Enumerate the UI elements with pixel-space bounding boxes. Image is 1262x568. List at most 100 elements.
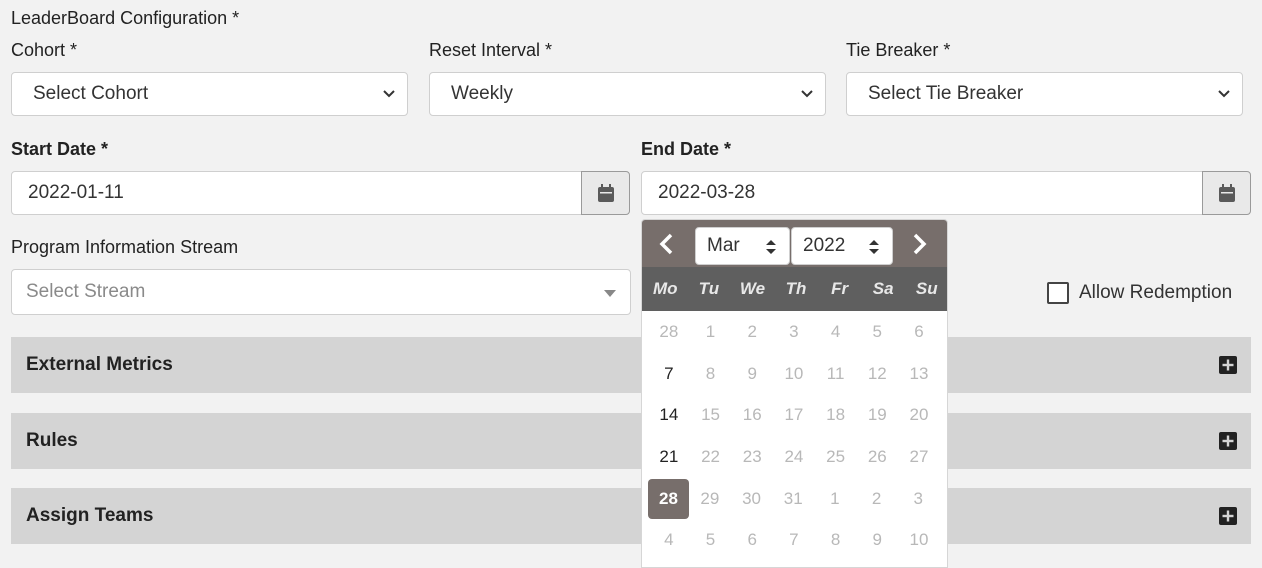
start-date-calendar-button[interactable]: [581, 171, 630, 215]
panel-title: Rules: [26, 430, 78, 451]
allow-redemption-toggle[interactable]: Allow Redemption: [1047, 282, 1232, 304]
day-cell: 6: [747, 530, 757, 550]
week-row: 28 29 30 31 1 2 3: [648, 478, 940, 520]
sort-arrows-icon: [869, 240, 879, 254]
day-cell: 28: [659, 321, 679, 341]
form-title: LeaderBoard Configuration *: [11, 8, 240, 28]
reset-interval-select[interactable]: Weekly: [429, 72, 826, 116]
plus-square-icon[interactable]: [1219, 507, 1237, 525]
chevron-left-icon[interactable]: [656, 232, 678, 256]
start-date-label: Start Date *: [11, 139, 109, 159]
allow-redemption-label: Allow Redemption: [1079, 282, 1233, 303]
weekday-label: Fr: [831, 279, 849, 298]
stream-select[interactable]: Select Stream: [11, 269, 631, 315]
day-cell: 12: [867, 363, 887, 383]
day-cell: 25: [826, 446, 846, 466]
cohort-select-value: Select Cohort: [33, 83, 149, 104]
panel-assign-teams[interactable]: Assign Teams: [11, 488, 1251, 544]
weekday-label: Tu: [698, 279, 720, 298]
allow-redemption-checkbox[interactable]: [1047, 282, 1069, 304]
weekday-header: Mo Tu We Th Fr Sa Su: [642, 267, 947, 311]
day-cell: 26: [867, 446, 887, 466]
panel-title: Assign Teams: [26, 505, 154, 526]
cohort-select[interactable]: Select Cohort: [11, 72, 408, 116]
chevron-down-icon: [801, 90, 813, 98]
day-cell: 3: [789, 321, 799, 341]
day-cell: 8: [705, 363, 716, 383]
day-cell: 10: [784, 363, 804, 383]
stream-placeholder: Select Stream: [26, 281, 146, 302]
day-cell: 19: [867, 405, 887, 425]
day-cell: 17: [784, 405, 804, 425]
day-cell[interactable]: 21: [648, 436, 690, 478]
datepicker: Mar 2022 Mo Tu We Th Fr Sa Su 28 1 2 3 4 5 6 7 8 9 10 11 1…: [641, 219, 948, 568]
day-cell: 6: [914, 321, 924, 341]
tie-breaker-label: Tie Breaker *: [846, 40, 951, 60]
day-cell: 5: [872, 321, 883, 341]
day-cell: 4: [664, 530, 674, 550]
sort-arrows-icon: [766, 240, 776, 254]
day-cell: 27: [909, 446, 929, 466]
panel-rules[interactable]: Rules: [11, 413, 1251, 469]
day-cell: 18: [826, 405, 846, 425]
reset-interval-select-value: Weekly: [451, 83, 513, 104]
caret-down-icon: [604, 290, 616, 297]
day-cell: 9: [747, 363, 757, 383]
day-cell: 1: [705, 321, 716, 341]
day-cell: 22: [701, 446, 720, 466]
day-cell: 30: [742, 488, 761, 508]
weekday-label: Mo: [653, 279, 678, 298]
day-cell: 15: [701, 405, 720, 425]
weekday-label: We: [739, 279, 766, 298]
tie-breaker-select-value: Select Tie Breaker: [868, 83, 1024, 104]
tie-breaker-select[interactable]: Select Tie Breaker: [846, 72, 1243, 116]
day-cell: 16: [742, 405, 762, 425]
reset-interval-label: Reset Interval *: [429, 40, 553, 60]
day-cell: 20: [909, 405, 929, 425]
year-select[interactable]: 2022: [791, 227, 893, 265]
day-cell: 3: [913, 488, 924, 508]
day-cell: 29: [700, 488, 720, 508]
day-cell: 2: [871, 488, 882, 508]
day-cell: 23: [742, 446, 762, 466]
week-row: 7 8 9 10 11 12 13: [648, 353, 940, 395]
plus-square-icon[interactable]: [1219, 432, 1237, 450]
day-grid: 28 1 2 3 4 5 6 7 8 9 10 11 12 13 14 15 16 17 18 19 20 21 22 23 2…: [648, 311, 940, 561]
day-cell: 5: [705, 530, 716, 550]
month-select-value: Mar: [707, 235, 740, 256]
day-cell[interactable]: 14: [648, 394, 690, 436]
week-row: 21 22 23 24 25 26 27: [648, 436, 940, 478]
end-date-input[interactable]: 2022-03-28: [641, 171, 1203, 215]
end-date-calendar-button[interactable]: [1202, 171, 1251, 215]
day-cell[interactable]: 7: [648, 353, 690, 395]
end-date-value: 2022-03-28: [658, 182, 756, 203]
day-cell: 8: [830, 530, 841, 550]
chevron-down-icon: [383, 90, 395, 98]
end-date-label: End Date *: [641, 139, 732, 159]
weekday-label: Th: [785, 279, 807, 298]
day-cell: 10: [909, 530, 929, 550]
chevron-down-icon: [1218, 90, 1230, 98]
weekday-label: Sa: [872, 279, 894, 298]
calendar-icon: [1218, 183, 1235, 202]
month-select[interactable]: Mar: [695, 227, 790, 265]
cohort-label: Cohort *: [11, 40, 78, 60]
day-cell: 13: [909, 363, 929, 383]
plus-square-icon[interactable]: [1219, 356, 1237, 374]
panel-title: External Metrics: [26, 354, 173, 375]
day-cell: 7: [789, 530, 799, 550]
year-select-value: 2022: [803, 235, 846, 256]
chevron-right-icon[interactable]: [908, 232, 930, 256]
weekday-label: Su: [915, 279, 938, 298]
calendar-icon: [597, 183, 614, 202]
day-cell: 31: [783, 488, 803, 508]
week-row: 14 15 16 17 18 19 20: [648, 394, 940, 436]
day-cell: 4: [830, 321, 841, 341]
day-cell: 24: [784, 446, 804, 466]
start-date-value: 2022-01-11: [28, 182, 124, 203]
panel-external-metrics[interactable]: External Metrics: [11, 337, 1251, 393]
day-cell-selected[interactable]: 28: [648, 478, 689, 519]
day-cell: 2: [747, 321, 757, 341]
start-date-input[interactable]: 2022-01-11: [11, 171, 582, 215]
day-cell: 1: [830, 488, 840, 508]
